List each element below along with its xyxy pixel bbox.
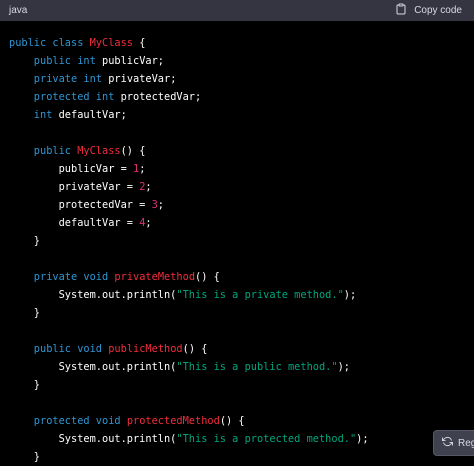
code-token: privateVar =	[9, 181, 140, 194]
code-token: "This is a public method."	[176, 361, 338, 374]
code-token: protected	[9, 415, 96, 428]
copy-code-label: Copy code	[414, 5, 462, 16]
code-line: }	[9, 304, 474, 322]
code-token: privateMethod	[114, 271, 196, 284]
code-line: public class MyClass {	[9, 34, 474, 52]
code-line: protectedVar = 3;	[9, 196, 474, 214]
code-token: void	[83, 271, 109, 284]
code-line: private int privateVar;	[9, 70, 474, 88]
code-token: public class	[9, 37, 90, 49]
code-token: }	[9, 379, 40, 392]
regenerate-label: Reg	[458, 437, 474, 449]
code-token: int	[9, 109, 53, 122]
code-line: private void privateMethod() {	[9, 268, 474, 286]
code-line: }	[9, 376, 474, 394]
code-token: defaultVar;	[52, 109, 127, 122]
code-line: protected void protectedMethod() {	[9, 412, 474, 430]
code-line: System.out.println("This is a private me…	[9, 286, 474, 304]
code-token: ;	[157, 199, 164, 212]
code-token: public	[9, 55, 78, 68]
code-token: "This is a private method."	[176, 289, 344, 302]
code-token: void	[95, 415, 121, 428]
code-token: MyClass	[77, 145, 121, 158]
code-token: protectedVar;	[114, 91, 202, 104]
code-line: publicVar = 1;	[9, 160, 474, 178]
code-line: public MyClass() {	[9, 142, 474, 160]
copy-code-button[interactable]: Copy code	[395, 3, 462, 18]
code-line: public int publicVar;	[9, 52, 474, 70]
code-token: protected	[9, 91, 96, 104]
code-line: defaultVar = 4;	[9, 214, 474, 232]
code-token: protectedMethod	[126, 415, 220, 428]
code-token: publicVar =	[9, 163, 133, 176]
code-token: }	[9, 451, 40, 464]
code-token: publicVar;	[95, 55, 165, 68]
code-token: private	[9, 73, 84, 86]
code-token: privateVar;	[102, 73, 177, 86]
code-token: }	[9, 235, 40, 248]
code-line: int defaultVar;	[9, 106, 474, 124]
code-token: () {	[120, 145, 146, 158]
code-token: int	[95, 91, 115, 104]
code-token: public	[9, 343, 78, 356]
code-line: }	[9, 232, 474, 250]
code-token: int	[77, 55, 96, 68]
refresh-icon	[442, 436, 453, 450]
language-label: java	[9, 5, 28, 16]
code-token: private	[9, 271, 84, 284]
code-block-header: java Copy code	[0, 0, 474, 21]
code-token: () {	[195, 271, 220, 284]
code-line: }	[9, 448, 474, 466]
code-line: privateVar = 2;	[9, 178, 474, 196]
code-block: java Copy code public class MyClass { pu…	[0, 0, 474, 463]
code-token: int	[83, 73, 103, 86]
code-token: ;	[139, 163, 146, 176]
code-token: defaultVar =	[9, 217, 140, 230]
code-token: public	[9, 145, 78, 158]
code-content: public class MyClass { public int public…	[0, 21, 474, 466]
code-token: "This is a protected method."	[176, 433, 357, 446]
code-token: System.out.println(	[9, 289, 177, 302]
code-token: {	[133, 37, 146, 49]
code-line: System.out.println("This is a public met…	[9, 358, 474, 376]
code-token: ;	[145, 181, 152, 194]
code-token: );	[356, 433, 369, 446]
code-token: }	[9, 307, 40, 320]
code-token: System.out.println(	[9, 361, 177, 374]
code-token: () {	[219, 415, 245, 428]
code-token: () {	[182, 343, 208, 356]
code-area[interactable]: public class MyClass { public int public…	[0, 21, 474, 463]
code-line: public void publicMethod() {	[9, 340, 474, 358]
code-token: publicMethod	[108, 343, 183, 356]
code-token: protectedVar =	[9, 199, 152, 212]
code-token: void	[77, 343, 103, 356]
code-token: ;	[145, 217, 152, 230]
clipboard-icon	[395, 3, 407, 18]
code-token: );	[343, 289, 357, 302]
code-line: System.out.println("This is a protected …	[9, 430, 474, 448]
code-token: );	[337, 361, 350, 374]
code-token: MyClass	[89, 37, 133, 49]
code-token: System.out.println(	[9, 433, 177, 446]
regenerate-button[interactable]: Reg	[433, 430, 474, 456]
code-line: protected int protectedVar;	[9, 88, 474, 106]
